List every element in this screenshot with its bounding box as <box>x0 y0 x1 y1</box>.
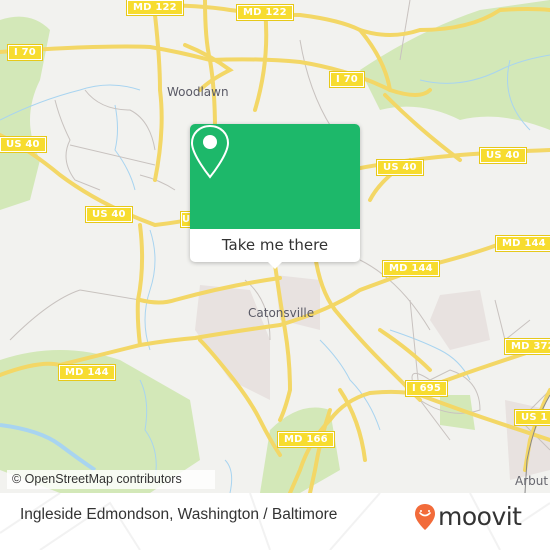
road-shield-md372: MD 372 <box>504 338 550 355</box>
road-shield-us40: US 40 <box>85 206 133 223</box>
place-label-arbutus: Arbut <box>515 474 549 488</box>
road-shield-md122: MD 122 <box>236 4 294 21</box>
map-attribution[interactable]: © OpenStreetMap contributors <box>7 470 215 489</box>
footer-bar: Ingleside Edmondson, Washington / Baltim… <box>0 493 550 550</box>
road-shield-i70: I 70 <box>7 44 43 61</box>
road-shield-us40: US 40 <box>0 136 47 153</box>
road-shield-md166: MD 166 <box>277 431 335 448</box>
location-popup[interactable]: Take me there <box>190 124 360 269</box>
road-shield-us40: US 40 <box>376 159 424 176</box>
moovit-logo[interactable]: moovit <box>414 501 534 535</box>
moovit-wordmark: moovit <box>438 502 522 531</box>
road-shield-md122: MD 122 <box>126 0 184 16</box>
road-shield-md144: MD 144 <box>495 235 550 252</box>
road-shield-i695: I 695 <box>404 380 449 397</box>
place-label-woodlawn: Woodlawn <box>167 85 229 99</box>
take-me-there-button[interactable]: Take me there <box>190 229 360 262</box>
map-pin-icon <box>190 124 230 179</box>
road-shield-i70: I 70 <box>329 71 365 88</box>
map-view[interactable]: Woodlawn Catonsville Arbut MD 122 MD 122… <box>0 0 550 493</box>
place-label-catonsville: Catonsville <box>248 306 315 320</box>
popup-pointer <box>267 261 283 269</box>
popup-header[interactable] <box>190 124 360 229</box>
road-shield-md144: MD 144 <box>58 364 116 381</box>
moovit-pin-icon <box>415 504 435 530</box>
road-shield-us40: US 40 <box>479 147 527 164</box>
stop-title: Ingleside Edmondson, Washington / Baltim… <box>20 506 338 523</box>
road-shield-md144: MD 144 <box>382 260 440 277</box>
road-shield-us1: US 1 <box>514 409 550 426</box>
